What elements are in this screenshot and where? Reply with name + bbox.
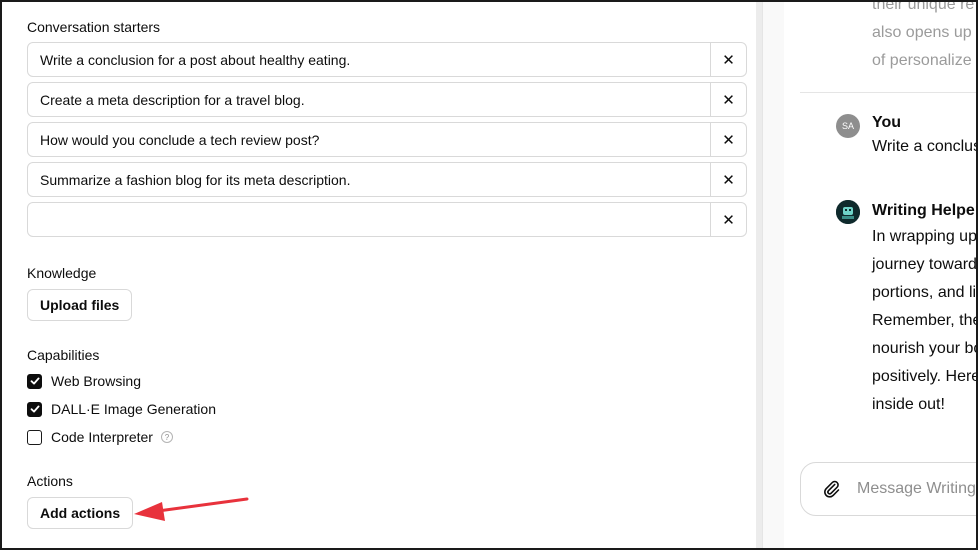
bot-message-line: Remember, the: [872, 312, 978, 329]
close-icon: ✕: [722, 171, 735, 189]
capability-label: Code Interpreter: [51, 429, 153, 445]
starter-row: ✕: [27, 202, 747, 237]
remove-starter-button[interactable]: ✕: [710, 123, 746, 156]
dalle-checkbox[interactable]: [27, 401, 42, 417]
capabilities-title: Capabilities: [27, 347, 100, 363]
close-icon: ✕: [722, 51, 735, 69]
capability-dalle: DALL·E Image Generation: [27, 401, 216, 417]
starter-row: Summarize a fashion blog for its meta de…: [27, 162, 747, 197]
bot-message-line: positively. Here: [872, 368, 978, 385]
close-icon: ✕: [722, 131, 735, 149]
user-message: Write a conclus: [872, 138, 978, 155]
previous-message-line: of personalize: [872, 52, 972, 69]
check-icon: [30, 377, 39, 385]
capability-label: Web Browsing: [51, 373, 142, 389]
paperclip-icon[interactable]: [821, 479, 841, 499]
starter-row: Create a meta description for a travel b…: [27, 82, 747, 117]
capability-web-browsing: Web Browsing: [27, 373, 141, 389]
user-name: You: [872, 114, 902, 131]
message-divider: [800, 92, 978, 93]
conversation-starters-title: Conversation starters: [27, 19, 161, 35]
bot-message-line: portions, and li: [872, 284, 977, 301]
starter-input[interactable]: Create a meta description for a travel b…: [28, 83, 710, 116]
previous-message-line: their unique re: [872, 0, 975, 13]
remove-starter-button[interactable]: ✕: [710, 83, 746, 116]
bot-message-line: In wrapping up: [872, 228, 977, 245]
message-input[interactable]: [857, 480, 978, 498]
knowledge-title: Knowledge: [27, 265, 97, 281]
actions-title: Actions: [27, 473, 73, 489]
starter-row: Write a conclusion for a post about heal…: [27, 42, 747, 77]
starter-input-empty[interactable]: [28, 203, 710, 236]
remove-starter-button[interactable]: ✕: [710, 43, 746, 76]
starter-input[interactable]: How would you conclude a tech review pos…: [28, 123, 710, 156]
capability-code-interpreter: Code Interpreter ?: [27, 429, 173, 445]
remove-starter-button[interactable]: ✕: [710, 203, 746, 236]
upload-files-button[interactable]: Upload files: [27, 289, 133, 321]
previous-message-line: also opens up e: [872, 24, 978, 41]
preview-panel: their unique re also opens up e of perso…: [784, 0, 978, 550]
configure-panel: Conversation starters Write a conclusion…: [0, 0, 756, 550]
bot-avatar-icon: [836, 200, 860, 224]
starter-input[interactable]: Summarize a fashion blog for its meta de…: [28, 163, 710, 196]
pane-divider: [762, 0, 784, 550]
message-composer: [800, 462, 978, 516]
code-interpreter-checkbox[interactable]: [27, 429, 42, 445]
remove-starter-button[interactable]: ✕: [710, 163, 746, 196]
close-icon: ✕: [722, 91, 735, 109]
starter-input[interactable]: Write a conclusion for a post about heal…: [28, 43, 710, 76]
add-actions-button[interactable]: Add actions: [27, 497, 134, 529]
help-icon[interactable]: ?: [160, 431, 173, 443]
bot-name: Writing Helper: [872, 202, 978, 219]
bot-message-line: inside out!: [872, 396, 945, 413]
web-browsing-checkbox[interactable]: [27, 373, 42, 389]
check-icon: [30, 405, 39, 413]
close-icon: ✕: [722, 211, 735, 229]
bot-message-line: journey toward: [872, 256, 977, 273]
starter-row: How would you conclude a tech review pos…: [27, 122, 747, 157]
conversation-starters-list: Write a conclusion for a post about heal…: [27, 42, 747, 242]
user-avatar: SA: [836, 114, 860, 138]
bot-message-line: nourish your bo: [872, 340, 978, 357]
capability-label: DALL·E Image Generation: [51, 401, 216, 417]
